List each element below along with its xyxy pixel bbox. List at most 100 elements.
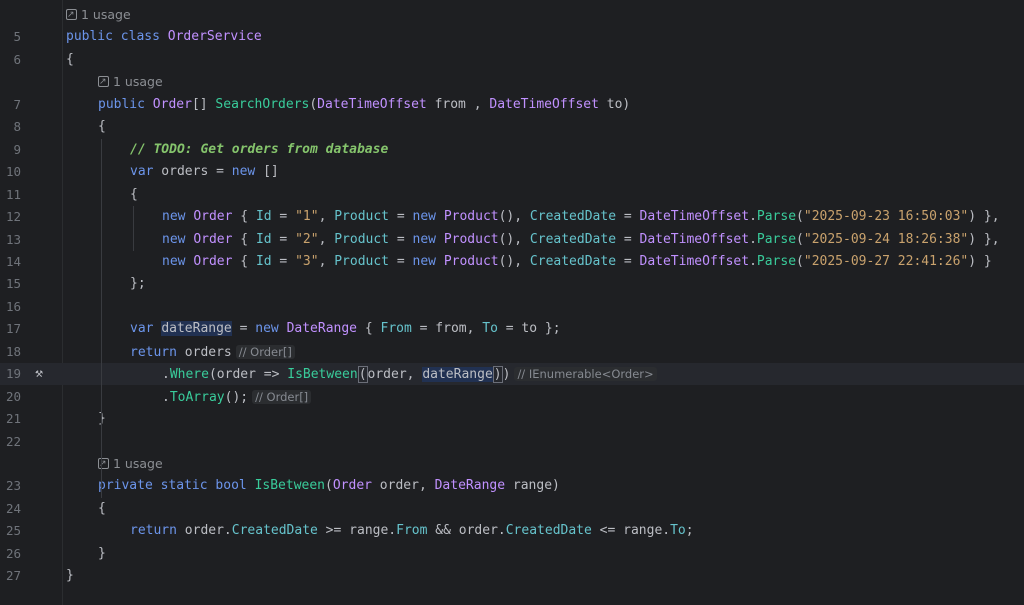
method-token: IsBetween bbox=[287, 367, 358, 383]
code-editor[interactable]: 1 usage5public class OrderService6{1 usa… bbox=[0, 0, 1024, 605]
code-text: order. bbox=[176, 523, 232, 539]
code-text: (), bbox=[498, 231, 530, 247]
usage-hint[interactable]: 1 usage bbox=[66, 5, 131, 25]
method-token: Parse bbox=[756, 253, 797, 269]
code-line[interactable]: 20 .ToArray();// Order[] bbox=[0, 386, 1024, 408]
property-token: CreatedDate bbox=[529, 231, 617, 247]
code-text: >= range. bbox=[317, 523, 397, 539]
code-text: . bbox=[162, 367, 170, 383]
code-content: // TODO: Get orders from database bbox=[130, 139, 388, 161]
line-number: 6 bbox=[13, 51, 21, 67]
property-token: Id bbox=[255, 253, 272, 269]
code-text: { bbox=[66, 51, 74, 67]
property-token: Id bbox=[255, 209, 272, 225]
line-number: 23 bbox=[5, 478, 21, 494]
code-line[interactable]: 21} bbox=[0, 408, 1024, 430]
code-line[interactable]: 12 new Order { Id = "1", Product = new Pr… bbox=[0, 206, 1024, 228]
code-text: to) bbox=[598, 96, 631, 112]
code-line[interactable]: 13 new Order { Id = "2", Product = new Pr… bbox=[0, 229, 1024, 251]
hammer-icon[interactable]: ⚒ bbox=[30, 363, 48, 385]
code-line[interactable]: 19 ⚒ .Where(order => IsBetween(order, date… bbox=[0, 363, 1024, 386]
code-text: (); bbox=[224, 389, 249, 405]
code-text: = bbox=[389, 231, 413, 247]
code-content: { bbox=[66, 49, 74, 71]
inlay-type-hint: // Order[] bbox=[252, 389, 312, 404]
code-text: , bbox=[318, 253, 335, 269]
line-number: 5 bbox=[13, 29, 21, 45]
code-text: ( bbox=[796, 253, 804, 269]
line-number: 24 bbox=[5, 500, 21, 516]
code-line[interactable]: 26} bbox=[0, 543, 1024, 565]
code-text: from , bbox=[426, 96, 490, 112]
code-line[interactable]: 7 public Order[] SearchOrders(DateTimeOff… bbox=[0, 94, 1024, 116]
line-number: 7 bbox=[13, 96, 21, 112]
code-line[interactable]: 15}; bbox=[0, 273, 1024, 295]
external-link-icon bbox=[98, 72, 109, 92]
code-line[interactable]: 27} bbox=[0, 565, 1024, 587]
code-content: new Order { Id = "3", Product = new Prod… bbox=[162, 251, 992, 273]
line-number: 12 bbox=[5, 209, 21, 225]
code-content: var orders = new [] bbox=[130, 161, 279, 183]
code-text: (order => bbox=[208, 367, 288, 383]
code-text: { bbox=[130, 186, 138, 202]
keyword-token: public bbox=[98, 96, 145, 112]
code-line[interactable]: 22 bbox=[0, 431, 1024, 453]
method-token: Where bbox=[169, 367, 209, 383]
code-line[interactable]: 18 return orders// Order[] bbox=[0, 341, 1024, 363]
string-token: "2025-09-27 22:41:26" bbox=[803, 253, 969, 269]
code-content: } bbox=[66, 565, 74, 587]
code-line[interactable]: 10 var orders = new [] bbox=[0, 161, 1024, 183]
line-number: 15 bbox=[5, 276, 21, 292]
line-number: 14 bbox=[5, 253, 21, 269]
code-text: = bbox=[389, 209, 413, 225]
code-text: = bbox=[616, 209, 640, 225]
code-line[interactable]: 6{ bbox=[0, 49, 1024, 71]
property-token: From bbox=[380, 321, 412, 337]
code-line[interactable]: 16 bbox=[0, 296, 1024, 318]
usage-hint[interactable]: 1 usage bbox=[98, 72, 163, 92]
type-token: DateTimeOffset bbox=[489, 96, 599, 112]
keyword-token: var bbox=[130, 164, 154, 180]
line-number: 27 bbox=[5, 568, 21, 584]
matched-bracket: ( bbox=[357, 366, 368, 384]
code-line[interactable]: 14 new Order { Id = "3", Product = new Pr… bbox=[0, 251, 1024, 273]
code-line[interactable]: 17 var dateRange = new DateRange { From =… bbox=[0, 318, 1024, 340]
code-text: = from, bbox=[411, 321, 483, 337]
property-token: Product bbox=[334, 209, 390, 225]
code-line[interactable]: 8{ bbox=[0, 116, 1024, 138]
keyword-token: new bbox=[162, 231, 186, 247]
code-line[interactable]: 24 { bbox=[0, 498, 1024, 520]
code-text: ( bbox=[309, 96, 318, 112]
code-content: }; bbox=[130, 273, 146, 295]
property-token: To bbox=[670, 523, 686, 539]
code-text: ( bbox=[796, 231, 804, 247]
code-line[interactable]: 25 return order.CreatedDate >= range.From… bbox=[0, 520, 1024, 542]
property-token: CreatedDate bbox=[529, 209, 617, 225]
code-text: [] bbox=[255, 164, 279, 180]
property-token: CreatedDate bbox=[505, 523, 592, 539]
code-text: = bbox=[271, 209, 296, 225]
usage-label: 1 usage bbox=[113, 456, 163, 471]
line-number: 22 bbox=[5, 433, 21, 449]
code-line[interactable]: 23 private static bool IsBetween(Order or… bbox=[0, 475, 1024, 497]
usage-hint[interactable]: 1 usage bbox=[98, 454, 163, 474]
keyword-token: private bbox=[98, 478, 153, 494]
code-text: ; bbox=[685, 523, 694, 539]
code-text: = to }; bbox=[497, 321, 561, 337]
type-token: DateTimeOffset bbox=[639, 253, 750, 269]
keyword-token: new bbox=[231, 164, 256, 180]
code-text: order, bbox=[367, 367, 423, 383]
code-text: . bbox=[749, 209, 757, 225]
type-token: DateRange bbox=[286, 321, 358, 337]
inlay-type-hint: // IEnumerable<Order> bbox=[514, 367, 657, 382]
comment-token: // TODO: Get orders from database bbox=[130, 141, 389, 157]
code-line[interactable]: 5 public class OrderService bbox=[0, 26, 1024, 48]
code-line[interactable]: 9 // TODO: Get orders from database bbox=[0, 139, 1024, 161]
code-text: }; bbox=[130, 276, 146, 292]
code-content: .Where(order => IsBetween(order, dateRan… bbox=[162, 363, 657, 386]
code-text: { bbox=[98, 119, 106, 135]
code-line[interactable]: 11 { bbox=[0, 184, 1024, 206]
line-number: 20 bbox=[5, 388, 21, 404]
